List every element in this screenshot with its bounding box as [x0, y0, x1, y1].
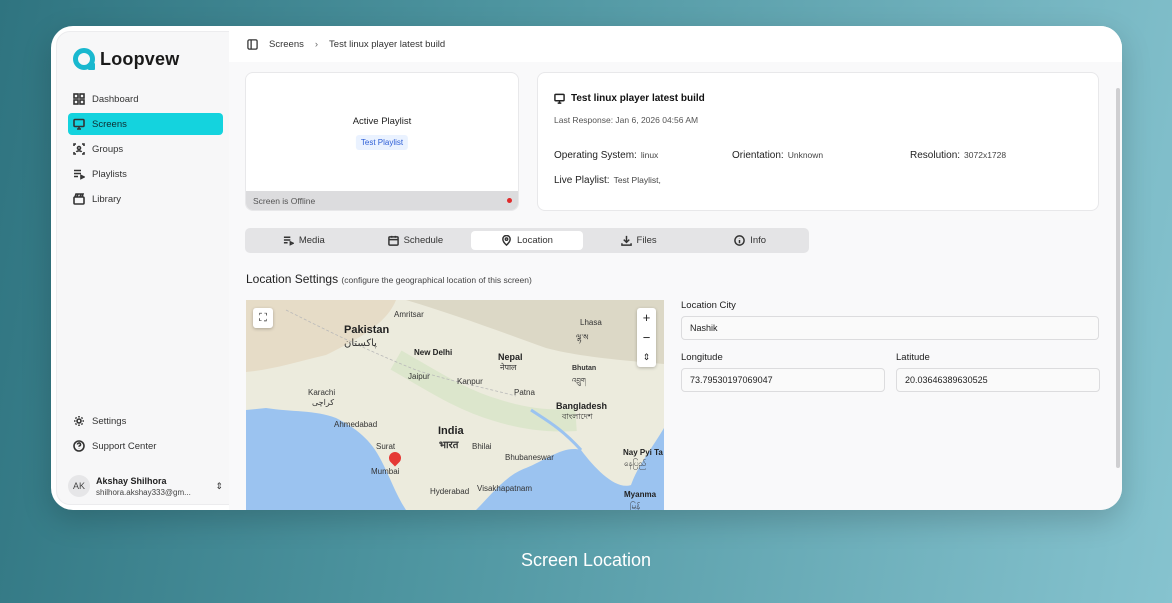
location-map[interactable]: Pakistan پاکستان Amritsar Lhasa ལྷ་ས New… — [246, 300, 664, 510]
status-text: Screen is Offline — [253, 195, 316, 206]
tab-info[interactable]: Info — [694, 231, 806, 250]
sidebar-item-label: Playlists — [92, 168, 127, 180]
active-playlist-title: Active Playlist — [352, 116, 412, 127]
fullscreen-icon[interactable]: ⛶ — [253, 308, 273, 328]
zoom-out-button[interactable]: − — [643, 328, 651, 348]
playlist-icon — [74, 169, 85, 180]
resolution-field: Resolution: 3072x1728 — [910, 150, 1007, 161]
longitude-input[interactable] — [681, 368, 885, 392]
logo-icon — [73, 48, 95, 70]
download-icon — [620, 235, 632, 246]
sidebar-item-settings[interactable]: Settings — [68, 410, 223, 432]
city-input[interactable] — [681, 316, 1099, 340]
sidebar-item-library[interactable]: Library — [68, 188, 223, 210]
chevron-up-down-icon: ⇕ — [215, 480, 223, 491]
library-icon — [73, 193, 85, 205]
tab-files[interactable]: Files — [583, 231, 695, 250]
sidebar-item-support[interactable]: Support Center — [68, 435, 223, 457]
location-settings-title: Location Settings (configure the geograp… — [246, 272, 532, 286]
breadcrumb-current: Test linux player latest build — [329, 38, 446, 50]
user-menu[interactable]: AK Akshay Shilhora shilhora.akshay333@gm… — [68, 472, 223, 500]
app-name: Loopvew — [100, 48, 180, 69]
latitude-label: Latitude — [896, 352, 930, 363]
sidebar-item-screens[interactable]: Screens — [68, 113, 223, 135]
location-pin-icon — [502, 235, 511, 246]
zoom-controls: + − ⇕ — [637, 308, 656, 367]
latitude-input[interactable] — [896, 368, 1100, 392]
sidebar-bottom-nav: Settings Support Center — [68, 410, 223, 460]
chevron-right-icon: › — [314, 38, 319, 50]
zoom-in-button[interactable]: + — [643, 308, 651, 328]
gear-icon — [74, 416, 84, 426]
user-email: shilhora.akshay333@gm... — [96, 487, 191, 497]
sidebar-item-label: Groups — [92, 143, 124, 155]
sidebar-item-label: Support Center — [92, 440, 157, 452]
city-label: Location City — [681, 300, 736, 311]
monitor-icon — [73, 118, 85, 130]
screen-tabs: Media Schedule Location Files Info — [245, 228, 809, 253]
calendar-icon — [387, 235, 399, 246]
info-icon — [734, 235, 746, 246]
status-dot — [507, 198, 512, 203]
orientation-field: Orientation: Unknown — [732, 150, 824, 161]
sidebar-item-dashboard[interactable]: Dashboard — [68, 88, 223, 110]
sidebar-item-label: Screens — [92, 118, 127, 130]
sidebar-item-playlists[interactable]: Playlists — [68, 163, 223, 185]
last-response: Last Response: Jan 6, 2026 04:56 AM — [554, 115, 699, 125]
breadcrumb-screens[interactable]: Screens — [269, 39, 304, 50]
tab-location[interactable]: Location — [471, 231, 583, 250]
location-settings-subtitle: (configure the geographical location of … — [341, 275, 532, 285]
breadcrumb: Screens › Test linux player latest build — [229, 26, 1122, 62]
os-field: Operating System: linux — [554, 150, 659, 161]
help-icon — [73, 440, 85, 452]
longitude-label: Longitude — [681, 352, 723, 363]
sidebar-toggle-icon[interactable] — [247, 38, 258, 50]
app-logo[interactable]: Loopvew — [73, 48, 179, 70]
dashboard-icon — [73, 93, 85, 105]
compass-icon[interactable]: ⇕ — [643, 348, 651, 367]
media-icon — [283, 236, 294, 246]
playlist-badge[interactable]: Test Playlist — [355, 135, 409, 150]
user-info: Akshay Shilhora shilhora.akshay333@gm... — [96, 476, 191, 497]
app-window: Loopvew Dashboard Screens Groups Playlis… — [51, 26, 1122, 510]
tab-schedule[interactable]: Schedule — [360, 231, 472, 250]
screen-status: Screen is Offline — [246, 191, 518, 210]
user-name: Akshay Shilhora — [96, 475, 167, 486]
scrollbar[interactable] — [1116, 88, 1120, 468]
sidebar-item-label: Library — [92, 193, 122, 205]
screen-name: Test linux player latest build — [571, 93, 705, 104]
screen-info-card: Test linux player latest build Last Resp… — [537, 72, 1099, 211]
live-playlist-field: Live Playlist: Test Playlist, — [554, 175, 661, 186]
tab-media[interactable]: Media — [248, 231, 360, 250]
groups-icon — [73, 143, 85, 155]
sidebar-nav: Dashboard Screens Groups Playlists Libra… — [68, 88, 223, 213]
screen-title: Test linux player latest build — [554, 93, 705, 104]
active-playlist-card: Active Playlist Test Playlist Screen is … — [245, 72, 519, 211]
sidebar-item-label: Dashboard — [92, 93, 139, 105]
sidebar-item-groups[interactable]: Groups — [68, 138, 223, 160]
caption: Screen Location — [520, 550, 652, 570]
monitor-icon — [554, 93, 565, 104]
sidebar-item-label: Settings — [92, 415, 127, 427]
main-content: Screens › Test linux player latest build… — [229, 26, 1122, 510]
avatar: AK — [68, 475, 90, 497]
